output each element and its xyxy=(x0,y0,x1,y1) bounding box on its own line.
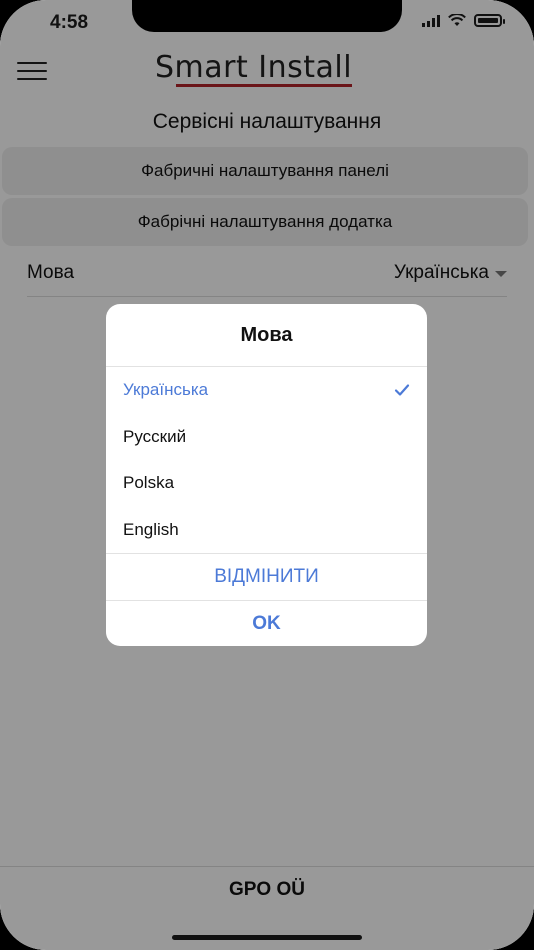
phone-frame: 4:58 Smart Install Сервісні налаштування… xyxy=(0,0,534,950)
cancel-button[interactable]: ВІДМІНИТИ xyxy=(106,554,427,600)
language-option-ukrainian[interactable]: Українська xyxy=(106,367,427,414)
wifi-icon xyxy=(448,14,466,26)
signal-icon xyxy=(422,14,440,27)
option-label: English xyxy=(123,519,179,539)
language-option-russian[interactable]: Русский xyxy=(106,414,427,461)
status-time: 4:58 xyxy=(50,12,89,33)
language-options: Українська Русский Polska English xyxy=(106,367,427,553)
checkmark-icon xyxy=(394,384,410,396)
ok-button[interactable]: OK xyxy=(106,601,427,646)
language-option-english[interactable]: English xyxy=(106,507,427,554)
battery-icon xyxy=(474,14,505,27)
dialog-title: Мова xyxy=(240,323,293,346)
settings-screen: 4:58 Smart Install Сервісні налаштування… xyxy=(0,0,534,950)
status-icons xyxy=(422,14,505,27)
device-notch xyxy=(132,0,402,32)
option-label: Polska xyxy=(123,473,175,493)
home-indicator[interactable] xyxy=(172,935,362,940)
language-dialog: Мова Українська Русский Polska English В… xyxy=(106,304,427,646)
option-label: Русский xyxy=(123,426,187,446)
option-label: Українська xyxy=(123,380,209,400)
language-option-polish[interactable]: Polska xyxy=(106,460,427,507)
